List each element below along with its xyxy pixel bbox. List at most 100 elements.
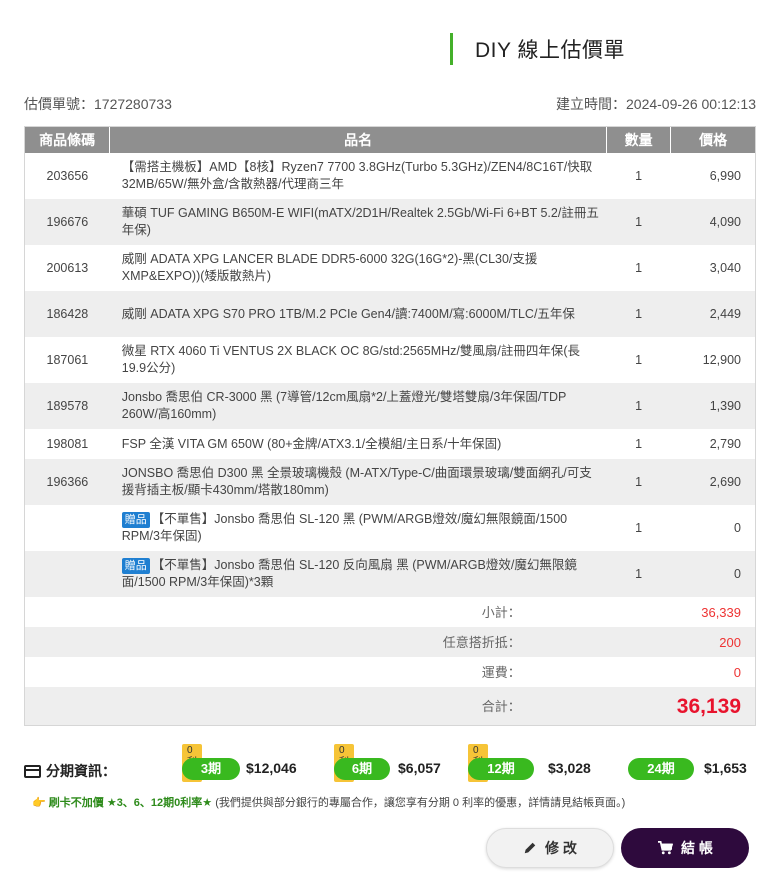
gift-badge: 贈品 bbox=[121, 558, 150, 574]
checkout-button-label: 結 帳 bbox=[681, 840, 713, 856]
edit-button[interactable]: 修 改 bbox=[486, 828, 614, 868]
item-qty: 1 bbox=[606, 383, 671, 429]
item-qty: 1 bbox=[606, 551, 671, 597]
title-wrap: DIY 線上估價單 bbox=[450, 33, 625, 65]
edit-button-label: 修 改 bbox=[545, 840, 577, 856]
item-price: 2,690 bbox=[670, 459, 755, 505]
table-row: 189578 Jonsbo 喬思伯 CR-3000 黑 (7導管/12cm風扇*… bbox=[25, 383, 755, 429]
quote-table: 商品條碼 品名 數量 價格 203656 【需搭主機板】AMD【8核】Ryzen… bbox=[24, 126, 756, 726]
pencil-icon bbox=[524, 842, 536, 854]
gift-name-text: 【不單售】Jonsbo 喬思伯 SL-120 反向風扇 黑 (PWM/ARGB燈… bbox=[121, 558, 577, 589]
created-time-label: 建立時間： bbox=[556, 96, 626, 112]
item-price: 4,090 bbox=[670, 199, 755, 245]
installment-label-text: 分期資訊： bbox=[46, 763, 116, 779]
header-name: 品名 bbox=[109, 127, 608, 153]
item-code: 198081 bbox=[25, 429, 110, 459]
plan-term-pill: 12期 bbox=[468, 758, 534, 780]
plan-amount: $3,028 bbox=[548, 760, 591, 776]
table-row: 196676 華碩 TUF GAMING B650M-E WIFI(mATX/2… bbox=[25, 199, 755, 245]
quote-number-value: 1727280733 bbox=[94, 96, 172, 112]
pointing-hand-icon: 👉 bbox=[32, 797, 46, 809]
header-qty: 數量 bbox=[606, 127, 672, 153]
item-qty: 1 bbox=[606, 337, 671, 383]
table-row: 198081 FSP 全漢 VITA GM 650W (80+金牌/ATX3.1… bbox=[25, 429, 755, 459]
gift-name: 贈品 【不單售】Jonsbo 喬思伯 SL-120 黑 (PWM/ARGB燈效/魔… bbox=[109, 505, 607, 551]
discount-row: 任意搭折抵： 200 bbox=[25, 627, 755, 657]
total-row: 合計： 36,139 bbox=[25, 687, 755, 725]
plan-amount: $12,046 bbox=[246, 760, 297, 776]
note-prefix: 刷卡不加價 bbox=[48, 797, 104, 809]
quote-number: 估價單號：1727280733 bbox=[24, 94, 172, 114]
gift-row: 贈品 【不單售】Jonsbo 喬思伯 SL-120 黑 (PWM/ARGB燈效/魔… bbox=[25, 505, 755, 551]
item-code: 203656 bbox=[25, 153, 110, 199]
item-price: 12,900 bbox=[670, 337, 755, 383]
plan-term-pill: 6期 bbox=[334, 758, 390, 780]
table-header-row: 商品條碼 品名 數量 價格 bbox=[25, 127, 755, 153]
item-qty: 1 bbox=[606, 199, 671, 245]
plan-term-pill: 3期 bbox=[182, 758, 240, 780]
gift-badge: 贈品 bbox=[121, 512, 150, 528]
quote-number-label: 估價單號： bbox=[24, 96, 94, 112]
table-row: 196366 JONSBO 喬思伯 D300 黑 全景玻璃機殼 (M-ATX/T… bbox=[25, 459, 755, 505]
title-accent-bar bbox=[450, 33, 453, 65]
item-code: 189578 bbox=[25, 383, 110, 429]
discount-value: 200 bbox=[670, 627, 755, 657]
discount-label: 任意搭折抵： bbox=[25, 627, 671, 657]
item-name: 威剛 ADATA XPG S70 PRO 1TB/M.2 PCIe Gen4/讀… bbox=[109, 291, 607, 337]
item-name: 【需搭主機板】AMD【8核】Ryzen7 7700 3.8GHz(Turbo 5… bbox=[109, 153, 607, 199]
table-row: 200613 威剛 ADATA XPG LANCER BLADE DDR5-60… bbox=[25, 245, 755, 291]
shipping-row: 運費： 0 bbox=[25, 657, 755, 687]
shipping-value: 0 bbox=[670, 657, 755, 687]
installment-label: 分期資訊： bbox=[24, 761, 116, 781]
total-label: 合計： bbox=[25, 687, 671, 725]
plan-amount: $6,057 bbox=[398, 760, 441, 776]
item-code: 187061 bbox=[25, 337, 110, 383]
item-price: 1,390 bbox=[670, 383, 755, 429]
note-highlight: ★3、6、12期0利率★ bbox=[106, 797, 213, 809]
item-qty: 1 bbox=[606, 429, 671, 459]
cart-icon bbox=[658, 841, 674, 855]
item-code: 196676 bbox=[25, 199, 110, 245]
gift-name: 贈品 【不單售】Jonsbo 喬思伯 SL-120 反向風扇 黑 (PWM/ARG… bbox=[109, 551, 607, 597]
item-code bbox=[25, 551, 110, 597]
plan-term-pill: 24期 bbox=[628, 758, 694, 780]
item-name: 微星 RTX 4060 Ti VENTUS 2X BLACK OC 8G/std… bbox=[109, 337, 607, 383]
item-price: 0 bbox=[670, 505, 755, 551]
total-value: 36,139 bbox=[670, 687, 755, 725]
item-code: 186428 bbox=[25, 291, 110, 337]
gift-row: 贈品 【不單售】Jonsbo 喬思伯 SL-120 反向風扇 黑 (PWM/ARG… bbox=[25, 551, 755, 597]
item-qty: 1 bbox=[606, 505, 671, 551]
checkout-button[interactable]: 結 帳 bbox=[621, 828, 749, 868]
table-row: 203656 【需搭主機板】AMD【8核】Ryzen7 7700 3.8GHz(… bbox=[25, 153, 755, 199]
item-price: 2,790 bbox=[670, 429, 755, 459]
item-name: 威剛 ADATA XPG LANCER BLADE DDR5-6000 32G(… bbox=[109, 245, 607, 291]
item-code: 196366 bbox=[25, 459, 110, 505]
item-qty: 1 bbox=[606, 291, 671, 337]
page-title: DIY 線上估價單 bbox=[475, 39, 625, 62]
item-name: 華碩 TUF GAMING B650M-E WIFI(mATX/2D1H/Rea… bbox=[109, 199, 607, 245]
installment-note: 👉 刷卡不加價 ★3、6、12期0利率★ (我們提供與部分銀行的專屬合作，讓您享… bbox=[32, 794, 625, 810]
subtotal-value: 36,339 bbox=[670, 597, 755, 627]
subtotal-label: 小計： bbox=[25, 597, 671, 627]
page-header: DIY 線上估價單 估價單號：1727280733 建立時間：2024-09-2… bbox=[0, 0, 780, 112]
created-time-value: 2024-09-26 00:12:13 bbox=[626, 96, 756, 112]
installment-section: 分期資訊： 0利率 3期 $12,046 0利率 6期 $6,057 0利率 1… bbox=[24, 744, 764, 784]
table-row: 186428 威剛 ADATA XPG S70 PRO 1TB/M.2 PCIe… bbox=[25, 291, 755, 337]
item-code: 200613 bbox=[25, 245, 110, 291]
item-name: Jonsbo 喬思伯 CR-3000 黑 (7導管/12cm風扇*2/上蓋燈光/… bbox=[109, 383, 607, 429]
item-price: 3,040 bbox=[670, 245, 755, 291]
item-name: JONSBO 喬思伯 D300 黑 全景玻璃機殼 (M-ATX/Type-C/曲… bbox=[109, 459, 607, 505]
item-qty: 1 bbox=[606, 245, 671, 291]
item-qty: 1 bbox=[606, 459, 671, 505]
created-time: 建立時間：2024-09-26 00:12:13 bbox=[556, 94, 756, 114]
header-price: 價格 bbox=[670, 127, 755, 153]
item-price: 2,449 bbox=[670, 291, 755, 337]
plan-amount: $1,653 bbox=[704, 760, 747, 776]
item-price: 0 bbox=[670, 551, 755, 597]
gift-name-text: 【不單售】Jonsbo 喬思伯 SL-120 黑 (PWM/ARGB燈效/魔幻無… bbox=[121, 512, 568, 543]
shipping-label: 運費： bbox=[25, 657, 671, 687]
header-code: 商品條碼 bbox=[25, 127, 111, 153]
item-name: FSP 全漢 VITA GM 650W (80+金牌/ATX3.1/全模組/主日… bbox=[109, 429, 607, 459]
item-qty: 1 bbox=[606, 153, 671, 199]
note-text: (我們提供與部分銀行的專屬合作，讓您享有分期 0 利率的優惠，詳情請見結帳頁面。… bbox=[215, 797, 626, 809]
